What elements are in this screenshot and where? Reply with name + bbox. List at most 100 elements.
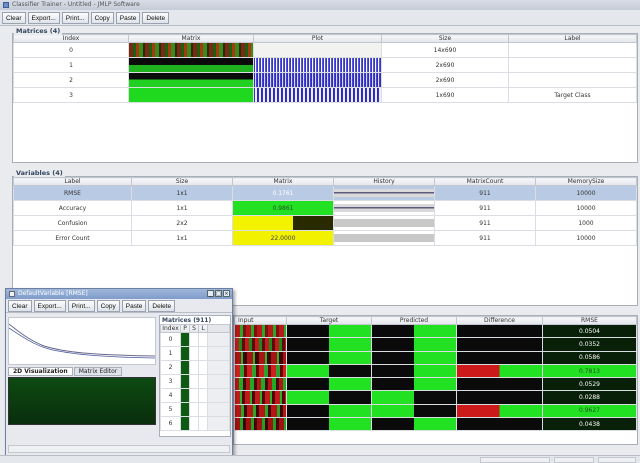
header-rmse[interactable]: RMSE (542, 316, 637, 325)
table-row[interactable]: 4 (160, 388, 230, 403)
visualization-tabs: 2D Visualization Matrix Editor (8, 367, 123, 376)
difference-cell (456, 403, 543, 419)
sub-print-button[interactable]: Print... (67, 300, 95, 312)
var-label: Accuracy (13, 200, 132, 216)
row-index: 0 (160, 332, 181, 347)
table-row[interactable]: 2 (160, 360, 230, 375)
copy-button[interactable]: Copy (90, 12, 114, 24)
rmse-cell: 0.0529 (542, 377, 637, 392)
var-label: Error Count (13, 230, 132, 246)
row-index: 1 (13, 57, 129, 73)
plot-cell (253, 42, 382, 58)
delete-button[interactable]: Delete (142, 12, 170, 24)
variable-subwindow[interactable]: DefaultVariable [RMSE] _ □ × Clear Expor… (5, 288, 233, 456)
target-cell (286, 390, 372, 405)
table-row[interactable]: RMSE 1x1 0.1761 911 10000 (13, 185, 637, 201)
table-row[interactable]: 0.0586 (234, 350, 637, 365)
subwindow-status (8, 445, 230, 453)
print-button[interactable]: Print... (61, 12, 89, 24)
rmse-cell: 0.9627 (542, 403, 637, 419)
var-label: RMSE (13, 185, 132, 201)
sub-delete-button[interactable]: Delete (148, 300, 176, 312)
export-button[interactable]: Export... (27, 12, 60, 24)
table-row[interactable]: 0.0438 (234, 417, 637, 432)
header-plot[interactable]: Plot (253, 34, 382, 43)
status-field (598, 457, 636, 463)
table-row[interactable]: 0 (160, 332, 230, 347)
subwindow-title-bar[interactable]: DefaultVariable [RMSE] _ □ × (6, 289, 232, 299)
header-label[interactable]: Label (13, 177, 132, 186)
maximize-icon[interactable]: □ (215, 290, 222, 297)
sub-paste-button[interactable]: Paste (121, 300, 147, 312)
sub-export-button[interactable]: Export... (33, 300, 66, 312)
rmse-cell: 0.0352 (542, 337, 637, 352)
table-row[interactable]: 0.7813 (234, 363, 637, 379)
predicted-cell (371, 390, 457, 405)
history-line-secondary (8, 327, 156, 359)
table-row[interactable]: Confusion 2x2 911 1000 (13, 215, 637, 231)
table-row[interactable]: Error Count 1x1 22.0000 911 10000 (13, 230, 637, 246)
visualization-area (8, 377, 156, 425)
input-cell (234, 390, 287, 405)
var-history (333, 215, 435, 231)
header-target[interactable]: Target (286, 316, 372, 325)
table-row[interactable]: 0.0288 (234, 390, 637, 405)
header-l[interactable]: L (198, 324, 208, 333)
paste-button[interactable]: Paste (115, 12, 141, 24)
header-matrix[interactable]: Matrix (128, 34, 254, 43)
header-matrix[interactable]: Matrix (232, 177, 334, 186)
header-index[interactable]: Index (160, 324, 181, 333)
header-input[interactable]: Input (234, 316, 287, 325)
header-matrix-count[interactable]: MatrixCount (434, 177, 536, 186)
header-label[interactable]: Label (508, 34, 637, 43)
input-cell (234, 350, 287, 365)
header-size[interactable]: Size (131, 177, 233, 186)
table-row[interactable]: 3 1x690 Target Class (13, 87, 637, 103)
tab-matrix-editor[interactable]: Matrix Editor (73, 367, 123, 376)
header-predicted[interactable]: Predicted (371, 316, 457, 325)
table-row[interactable]: 0.9627 (234, 403, 637, 419)
table-row[interactable]: 0.0352 (234, 337, 637, 352)
sub-copy-button[interactable]: Copy (96, 300, 120, 312)
predicted-cell (371, 403, 457, 419)
header-memory-size[interactable]: MemorySize (535, 177, 637, 186)
header-difference[interactable]: Difference (456, 316, 543, 325)
table-row[interactable]: 3 (160, 374, 230, 389)
variables-panel: Label Size Matrix History MatrixCount Me… (12, 176, 638, 306)
minimize-icon[interactable]: _ (207, 290, 214, 297)
matrices-panel: Index Matrix Plot Size Label 0 14x690 1 … (12, 33, 638, 163)
table-row[interactable]: 0 14x690 (13, 42, 637, 58)
main-toolbar: Clear Export... Print... Copy Paste Dele… (0, 10, 640, 26)
target-cell (286, 417, 372, 432)
subwindow-header-row: Index P S L (160, 324, 230, 333)
header-s[interactable]: S (189, 324, 199, 333)
var-history (333, 200, 435, 216)
clear-button[interactable]: Clear (2, 12, 26, 24)
table-row[interactable]: 5 (160, 402, 230, 417)
row-index: 5 (160, 402, 181, 417)
difference-cell (456, 417, 543, 432)
table-row[interactable]: 6 (160, 416, 230, 431)
sub-clear-button[interactable]: Clear (8, 300, 32, 312)
close-icon[interactable]: × (223, 290, 230, 297)
input-cell (234, 363, 287, 379)
table-row[interactable]: 1 (160, 346, 230, 361)
table-row[interactable]: 1 2x690 (13, 57, 637, 73)
table-row[interactable]: Accuracy 1x1 0.9861 911 10000 (13, 200, 637, 216)
matrices-table: Index Matrix Plot Size Label 0 14x690 1 … (13, 34, 637, 103)
table-row[interactable]: 0.0529 (234, 377, 637, 392)
table-row[interactable]: 0.0504 (234, 323, 637, 339)
table-row[interactable]: 2 2x690 (13, 72, 637, 88)
header-index[interactable]: Index (13, 34, 129, 43)
header-p[interactable]: P (180, 324, 190, 333)
var-count: 911 (434, 230, 536, 246)
var-history (333, 230, 435, 246)
row-index: 0 (13, 42, 129, 58)
row-index: 6 (160, 416, 181, 431)
var-matrix-value: 22.0000 (232, 230, 334, 246)
header-size[interactable]: Size (381, 34, 509, 43)
row-label (508, 72, 637, 88)
status-bar (0, 455, 640, 463)
header-history[interactable]: History (333, 177, 435, 186)
tab-2d-visualization[interactable]: 2D Visualization (8, 367, 73, 376)
